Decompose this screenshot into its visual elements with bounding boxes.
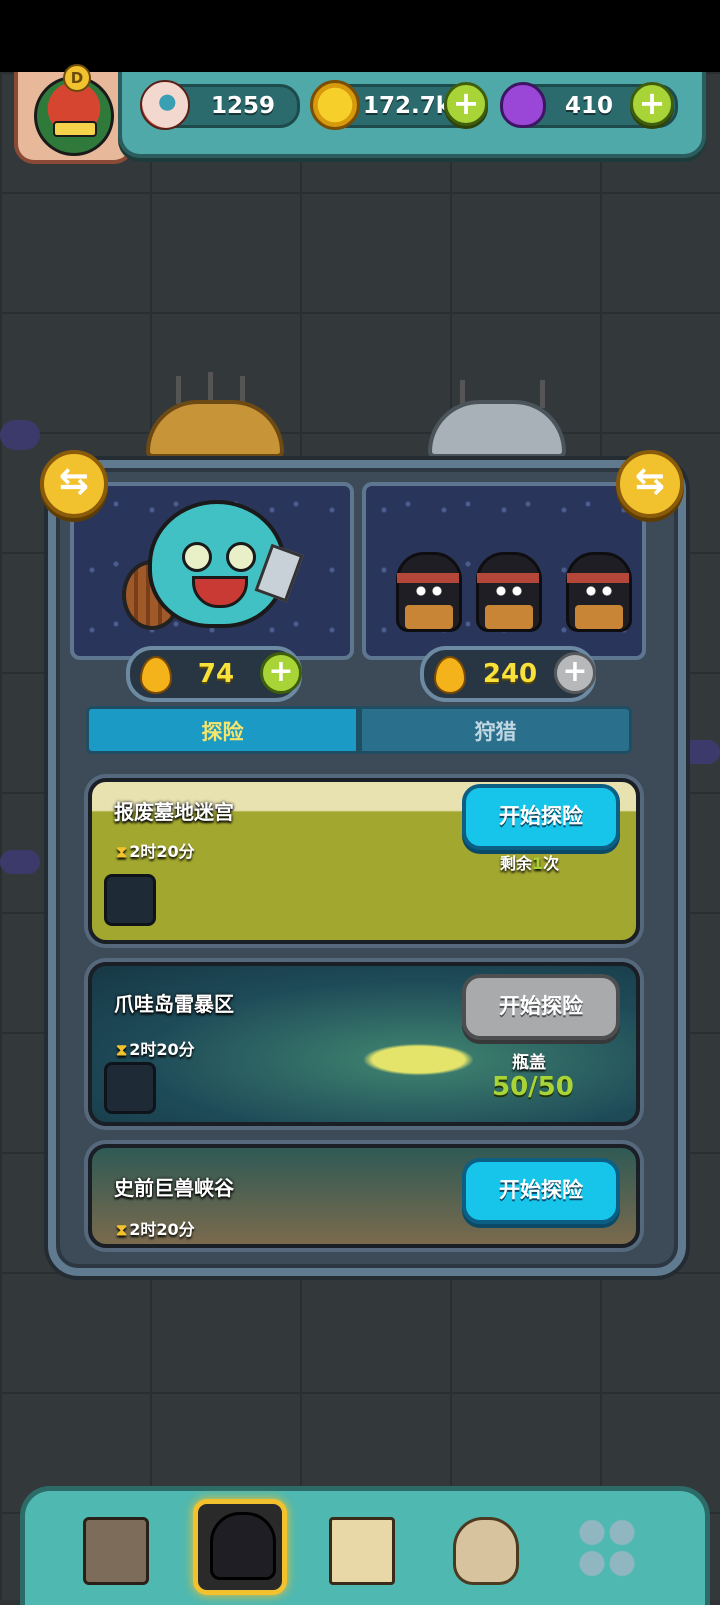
hunter-energy-counter: 240 + [420,646,596,702]
nav-shop[interactable] [71,1509,155,1589]
side-pipe [0,850,40,874]
tab-hunt[interactable]: 狩猎 [359,706,632,754]
money-bag-icon [453,1517,519,1585]
quest-reward-thumbnail [104,874,156,926]
status-bar [0,0,720,72]
book-icon [329,1517,395,1585]
nav-expedition[interactable] [193,1499,287,1595]
nav-inventory[interactable] [441,1509,525,1589]
potion-count: 410 [565,93,614,119]
grid-menu-icon [577,1517,637,1579]
quest-duration: ⧗ 2时20分 [116,1220,195,1239]
start-expedition-button-disabled[interactable]: 开始探险 [462,974,620,1040]
antenna [176,376,181,404]
coin-count: 172.7k [363,93,452,119]
add-coins-button[interactable]: + [444,82,488,126]
monster-energy-counter: 74 + [126,646,302,702]
quest-title: 报废墓地迷宫 [114,800,234,824]
tribe-hunter [476,552,542,632]
player-rank-badge: D [63,64,91,92]
energy-drop-icon [434,656,466,694]
quest-card: 报废墓地迷宫 ⧗ 2时20分 开始探险 剩余1次 [88,778,640,944]
quest-duration: ⧗ 2时20分 [116,842,195,861]
add-monster-energy-button[interactable]: + [260,652,302,694]
bottle-cap-count: 50/50 [492,1072,574,1102]
shop-icon [83,1517,149,1585]
nav-codex[interactable] [317,1509,401,1589]
swap-right-button[interactable]: ⇆ [616,450,684,518]
mode-tabs: 探险 狩猎 [86,706,632,754]
hourglass-icon: ⧗ [116,1220,128,1239]
monster-energy-value: 74 [197,659,235,689]
start-expedition-button[interactable]: 开始探险 [462,784,620,850]
monster-eye [226,542,256,572]
avatar-teeth [53,121,97,137]
nav-menu[interactable] [565,1509,649,1589]
start-expedition-button[interactable]: 开始探险 [462,1158,620,1224]
hunter-icon [210,1512,276,1580]
antenna [208,372,213,400]
quest-card: 史前巨兽峡谷 ⧗ 2时20分 开始探险 [88,1144,640,1248]
bottom-nav [20,1486,710,1605]
side-pipe [0,420,40,450]
potion-icon [500,82,546,128]
hourglass-icon: ⧗ [116,1040,128,1059]
hourglass-icon: ⧗ [116,842,128,861]
quest-title: 史前巨兽峡谷 [114,1176,234,1200]
energy-drop-icon [140,656,172,694]
eyeball-count: 1259 [211,93,276,119]
remaining-attempts: 剩余1次 [500,854,560,873]
quest-card: 爪哇岛雷暴区 ⧗ 2时20分 开始探险 瓶盖 50/50 [88,962,640,1126]
antenna [540,380,545,408]
swap-left-button[interactable]: ⇆ [40,450,108,518]
hunter-energy-value: 240 [482,659,538,689]
quest-duration: ⧗ 2时20分 [116,1040,195,1059]
bottle-cap-label: 瓶盖 [512,1053,546,1073]
add-potions-button[interactable]: + [630,82,674,126]
tribe-hunter [566,552,632,632]
monster-eye [182,542,212,572]
monster-mouth [192,576,248,608]
eyeball-icon [140,80,190,130]
tribe-hunter [396,552,462,632]
quest-reward-thumbnail [104,1062,156,1114]
coin-icon [310,80,360,130]
quest-title: 爪哇岛雷暴区 [114,992,234,1016]
add-hunter-energy-button[interactable]: + [554,652,596,694]
player-avatar[interactable]: D [14,64,134,164]
tab-explore[interactable]: 探险 [86,706,359,754]
